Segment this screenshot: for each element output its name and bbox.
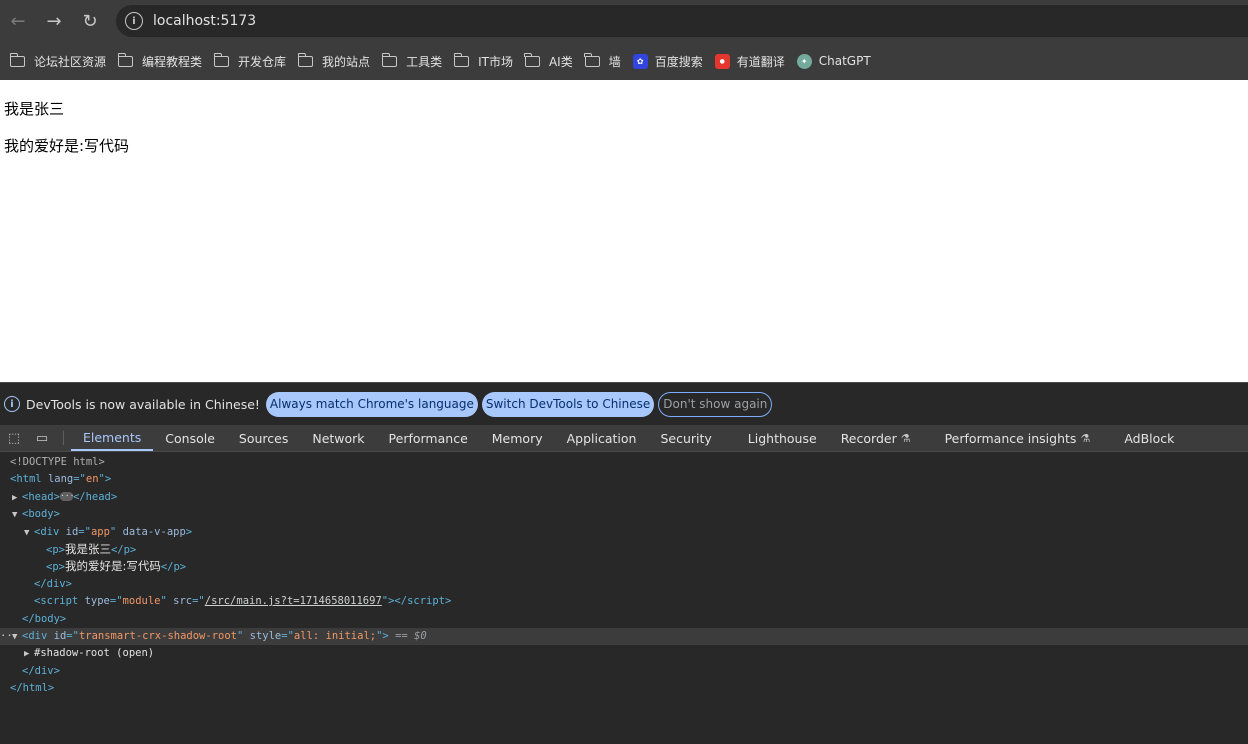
folder-icon xyxy=(9,52,25,67)
info-icon: i xyxy=(4,396,20,412)
bookmark-youdao[interactable]: ● 有道翻译 xyxy=(713,47,793,75)
arrow-right-icon: → xyxy=(46,10,62,32)
back-button[interactable]: ← xyxy=(0,0,36,42)
devtools-language-infobar: i DevTools is now available in Chinese! … xyxy=(0,382,1248,425)
collapsed-ellipsis-icon[interactable]: ··· xyxy=(59,492,74,502)
tab-performance-insights[interactable]: Performance insights ⚗ xyxy=(933,425,1113,451)
dom-node-div-app[interactable]: ▼ <div id="app" data-v-app> xyxy=(0,524,1248,541)
chatgpt-icon: ✦ xyxy=(796,53,812,69)
tab-lighthouse[interactable]: Lighthouse xyxy=(736,425,829,451)
dom-node-div-shadow-selected[interactable]: ··· ▼ <div id="transmart-crx-shadow-root" … xyxy=(0,627,1248,646)
browser-toolbar: ← → ↻ i localhost:5173 xyxy=(0,0,1248,42)
bookmark-folder[interactable]: AI类 xyxy=(523,47,581,75)
page-paragraph-hobby: 我的爱好是:写代码 xyxy=(4,137,130,155)
tab-network[interactable]: Network xyxy=(300,425,376,451)
dom-node-script[interactable]: <script type="module" src="/src/main.js?… xyxy=(0,593,1248,610)
tab-memory[interactable]: Memory xyxy=(480,425,555,451)
youdao-icon: ● xyxy=(714,53,730,69)
device-toolbar-button[interactable]: ▭ xyxy=(28,425,56,451)
folder-icon xyxy=(524,52,540,67)
device-icon: ▭ xyxy=(35,430,49,446)
dom-node-shadow-root[interactable]: ▶ #shadow-root (open) xyxy=(0,645,1248,662)
folder-icon xyxy=(117,52,134,67)
inspect-cursor-icon: ⬚ xyxy=(7,430,21,446)
tab-elements[interactable]: Elements xyxy=(71,425,154,451)
inspect-element-button[interactable]: ⬚ xyxy=(0,425,28,451)
tab-sources[interactable]: Sources xyxy=(227,425,300,451)
tab-adblock[interactable]: AdBlock xyxy=(1112,425,1186,451)
bookmark-folder[interactable]: 工具类 xyxy=(380,47,450,75)
bookmark-chatgpt[interactable]: ✦ ChatGPT xyxy=(795,47,879,75)
devtools-tabbar: ⬚ ▭ Elements Console Sources Network Per… xyxy=(0,425,1248,452)
dom-node-doctype[interactable]: <!DOCTYPE html> xyxy=(0,454,1248,471)
bookmark-baidu[interactable]: ✿ 百度搜索 xyxy=(631,47,711,75)
dont-show-again-button[interactable]: Don't show again xyxy=(658,391,773,417)
dom-node-html-close[interactable]: </html> xyxy=(0,680,1248,697)
page-viewport: 我是张三 我的爱好是:写代码 xyxy=(0,80,1248,382)
reload-button[interactable]: ↻ xyxy=(72,0,108,42)
elements-dom-tree: <!DOCTYPE html> <html lang="en"> ▶ <head>… xyxy=(0,453,1248,744)
site-info-icon[interactable]: i xyxy=(125,12,143,30)
dom-node-body[interactable]: ▼ <body> xyxy=(0,506,1248,523)
bookmark-folder[interactable]: 编程教程类 xyxy=(116,47,210,75)
flask-icon: ⚗ xyxy=(1080,431,1091,445)
tab-application[interactable]: Application xyxy=(555,425,649,451)
more-options-icon[interactable]: ··· xyxy=(0,628,19,645)
dom-node-div-close[interactable]: </div> xyxy=(0,663,1248,680)
dom-node-p[interactable]: <p>我的爱好是:写代码</p> xyxy=(0,558,1248,575)
folder-icon xyxy=(584,52,600,67)
bookmarks-bar: 论坛社区资源 编程教程类 开发仓库 我的站点 工具类 IT市场 AI类 墙 ✿ 百… xyxy=(0,42,1248,80)
tab-security[interactable]: Security xyxy=(648,425,735,451)
forward-button[interactable]: → xyxy=(36,0,72,42)
dom-node-div-close[interactable]: </div> xyxy=(0,576,1248,593)
flask-icon: ⚗ xyxy=(900,431,911,445)
url-text: localhost:5173 xyxy=(153,13,257,29)
dom-node-p[interactable]: <p>我是张三</p> xyxy=(0,541,1248,558)
address-bar[interactable]: i localhost:5173 xyxy=(116,5,1248,37)
script-src-link[interactable]: /src/main.js?t=1714658011697 xyxy=(205,595,382,607)
expand-triangle-icon[interactable]: ▶ xyxy=(24,646,34,663)
folder-icon xyxy=(213,52,230,67)
tab-performance[interactable]: Performance xyxy=(377,425,480,451)
selected-node-marker: == $0 xyxy=(395,629,427,642)
toolbar-divider xyxy=(63,431,64,445)
bookmark-folder[interactable]: 开发仓库 xyxy=(212,47,294,75)
collapse-triangle-icon[interactable]: ▼ xyxy=(12,507,22,524)
dom-node-html[interactable]: <html lang="en"> xyxy=(0,471,1248,488)
bookmark-folder[interactable]: 我的站点 xyxy=(296,47,378,75)
expand-triangle-icon[interactable]: ▶ xyxy=(12,490,22,507)
folder-icon xyxy=(297,52,314,67)
bookmark-folder[interactable]: IT市场 xyxy=(452,47,521,75)
always-match-language-button[interactable]: Always match Chrome's language xyxy=(265,391,478,417)
page-paragraph-name: 我是张三 xyxy=(4,100,65,118)
dom-node-head[interactable]: ▶ <head>···</head> xyxy=(0,489,1248,506)
arrow-left-icon: ← xyxy=(10,10,26,32)
reload-icon: ↻ xyxy=(82,10,98,32)
folder-icon xyxy=(381,52,398,67)
bookmark-folder[interactable]: 论坛社区资源 xyxy=(8,47,114,75)
tab-console[interactable]: Console xyxy=(153,425,227,451)
dom-node-body-close[interactable]: </body> xyxy=(0,611,1248,628)
switch-to-chinese-button[interactable]: Switch DevTools to Chinese xyxy=(481,391,655,417)
baidu-icon: ✿ xyxy=(632,53,648,69)
tab-recorder[interactable]: Recorder ⚗ xyxy=(829,425,933,451)
infobar-message: DevTools is now available in Chinese! xyxy=(26,396,260,412)
folder-icon xyxy=(453,52,470,67)
collapse-triangle-icon[interactable]: ▼ xyxy=(24,525,34,542)
bookmark-folder[interactable]: 墙 xyxy=(583,47,629,75)
